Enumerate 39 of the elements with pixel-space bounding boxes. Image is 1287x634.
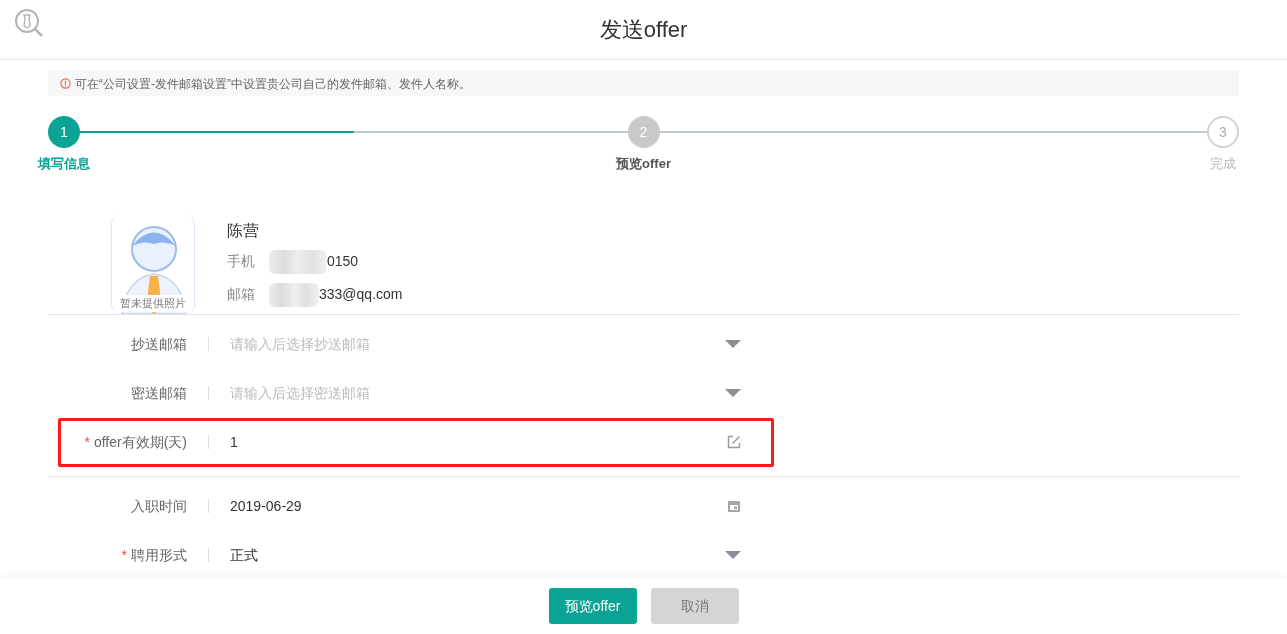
step-label: 预览offer xyxy=(615,155,672,173)
calendar-icon[interactable] xyxy=(727,499,741,513)
required-mark: * xyxy=(84,432,90,452)
field-value: 2019-06-29 xyxy=(230,496,302,516)
cancel-button[interactable]: 取消 xyxy=(650,588,739,624)
dropdown-caret-icon[interactable] xyxy=(725,388,741,398)
redaction-mask xyxy=(269,282,319,307)
alert-icon xyxy=(60,78,71,89)
field-label: offer有效期(天) xyxy=(93,432,187,452)
form-field[interactable]: 2019-06-29 xyxy=(230,495,771,517)
candidate-name: 陈营 xyxy=(227,220,260,241)
field-label: 抄送邮箱 xyxy=(131,334,187,354)
redaction-mask xyxy=(269,249,327,274)
form-field[interactable]: 1 xyxy=(230,431,771,453)
field-label: 入职时间 xyxy=(131,496,187,516)
field-value: 1 xyxy=(230,432,238,452)
form-field[interactable]: 请输入后选择密送邮箱 xyxy=(230,382,771,404)
field-placeholder: 请输入后选择抄送邮箱 xyxy=(230,334,370,354)
step-label: 完成 xyxy=(1209,155,1237,173)
email-address: 333@qq.com xyxy=(319,285,403,304)
field-label: 聘用形式 xyxy=(131,545,187,565)
step-label: 填写信息 xyxy=(36,155,91,173)
email-label: 邮箱 xyxy=(227,285,256,304)
field-placeholder: 请输入后选择密送邮箱 xyxy=(230,383,370,403)
edit-icon[interactable] xyxy=(727,435,741,449)
form-field[interactable]: 正式 xyxy=(230,544,771,566)
dropdown-caret-icon[interactable] xyxy=(725,550,741,560)
field-value: 正式 xyxy=(230,545,258,565)
preview-button[interactable]: 预览offer xyxy=(548,588,637,624)
phone-label: 手机 xyxy=(227,252,256,271)
phone-number: 0150 xyxy=(327,252,359,271)
dropdown-caret-icon[interactable] xyxy=(725,339,741,349)
required-mark: * xyxy=(121,545,127,565)
photo-caption: 暂未提供照片 xyxy=(115,295,191,312)
field-label: 密送邮箱 xyxy=(131,383,187,403)
search-badge-icon xyxy=(14,8,44,38)
form-field[interactable]: 请输入后选择抄送邮箱 xyxy=(230,333,771,355)
page-title: 发送offer xyxy=(599,16,688,44)
notice-text: 可在“公司设置-发件邮箱设置”中设置贵公司自己的发件邮箱、发件人名称。 xyxy=(75,75,471,93)
